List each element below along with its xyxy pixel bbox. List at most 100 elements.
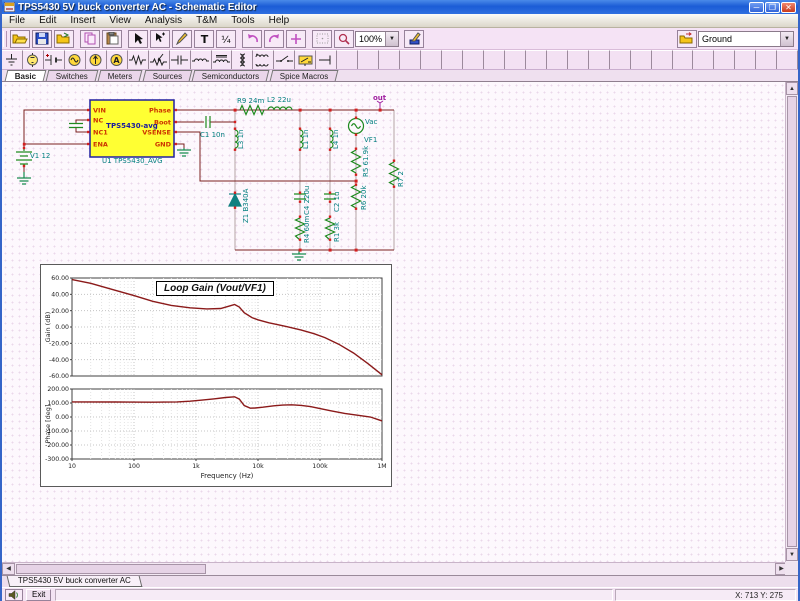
- text-icon: T: [199, 33, 210, 45]
- horizontal-scroll-thumb[interactable]: [16, 564, 206, 574]
- svg-text:0.00: 0.00: [55, 324, 69, 331]
- copy-button[interactable]: [80, 30, 100, 48]
- schematic-canvas[interactable]: VIN NC NC1 ENA Phase Boot VSENSE GND TPS…: [2, 82, 789, 562]
- chevron-down-icon[interactable]: ▼: [780, 32, 793, 46]
- palette-potentiometer-button[interactable]: [149, 50, 170, 69]
- palette-resistor-button[interactable]: [128, 50, 149, 69]
- scroll-left-icon[interactable]: ◀: [2, 563, 15, 575]
- scrollbar-corner: [785, 562, 798, 575]
- palette-inductor-core-button[interactable]: [212, 50, 233, 69]
- open-button[interactable]: [10, 30, 30, 48]
- window-title: TPS5430 5V buck converter AC - Schematic…: [18, 2, 257, 13]
- text-tool-button[interactable]: T: [194, 30, 214, 48]
- palette-current-source-button[interactable]: [86, 50, 107, 69]
- pen-tool-button[interactable]: [172, 30, 192, 48]
- open-macro-button[interactable]: [677, 30, 697, 48]
- exit-button[interactable]: Exit: [26, 589, 51, 601]
- menu-item-view[interactable]: View: [102, 15, 138, 26]
- palette-battery-button[interactable]: [44, 50, 65, 69]
- minimize-button[interactable]: ─: [749, 2, 764, 13]
- palette-ammeter-button[interactable]: A: [107, 50, 128, 69]
- redo-button[interactable]: [264, 30, 284, 48]
- tab-semiconductors[interactable]: Semiconductors: [192, 70, 270, 81]
- formula-tool-button[interactable]: ¼: [216, 30, 236, 48]
- component-z1-diode[interactable]: [229, 194, 241, 206]
- app-icon: [4, 2, 15, 12]
- tab-switches[interactable]: Switches: [46, 70, 99, 81]
- palette-transformer-button[interactable]: [232, 50, 253, 69]
- components[interactable]: [16, 106, 399, 261]
- tab-meters[interactable]: Meters: [98, 70, 143, 81]
- undo-icon: [246, 33, 259, 44]
- bode-plot-panel[interactable]: 60.0040.0020.000.00-20.00-40.00-60.00200…: [40, 264, 392, 487]
- paste-button[interactable]: [102, 30, 122, 48]
- redo-icon: [268, 33, 281, 44]
- palette-ground-button[interactable]: [2, 50, 23, 69]
- palette-coupled-coils-button[interactable]: [253, 50, 274, 69]
- svg-text:10k: 10k: [252, 463, 264, 470]
- palette-controlled-switch-button[interactable]: [295, 50, 316, 69]
- component-vf1-source[interactable]: [349, 119, 364, 134]
- menu-item-help[interactable]: Help: [262, 15, 297, 26]
- palette-switch-button[interactable]: [274, 50, 295, 69]
- zoom-level-value: 100%: [356, 34, 385, 44]
- inductor-icon: [191, 53, 210, 67]
- svg-text:A: A: [114, 56, 121, 65]
- interactive-mode-button[interactable]: [5, 589, 23, 601]
- svg-text:0.00: 0.00: [55, 414, 69, 421]
- phase-plot-frame: [72, 389, 382, 459]
- svg-text:100k: 100k: [312, 463, 328, 470]
- component-nc-cap[interactable]: [69, 124, 83, 128]
- palette-inductor-button[interactable]: [191, 50, 212, 69]
- status-bar: Exit X: 713 Y: 275: [2, 587, 798, 601]
- menu-item-insert[interactable]: Insert: [63, 15, 102, 26]
- save-icon: [35, 32, 49, 45]
- cursor-tool-button[interactable]: [128, 30, 148, 48]
- select-tool-button[interactable]: [150, 30, 170, 48]
- menu-item-analysis[interactable]: Analysis: [138, 15, 189, 26]
- svg-text:C2 1u: C2 1u: [333, 192, 341, 212]
- component-tab-bar: Basic Switches Meters Sources Semiconduc…: [2, 70, 798, 82]
- vertical-scrollbar[interactable]: ▲ ▼: [785, 82, 798, 562]
- gain-axis-label: Gain (dB): [44, 312, 52, 343]
- palette-output-pin-button[interactable]: [316, 50, 337, 69]
- wire-tool-button[interactable]: [286, 30, 306, 48]
- menu-item-tm[interactable]: T&M: [189, 15, 224, 26]
- palette-voltage-source-button[interactable]: [23, 50, 44, 69]
- undo-button[interactable]: [242, 30, 262, 48]
- tab-spice-macros[interactable]: Spice Macros: [269, 70, 338, 81]
- ground-selector-combo[interactable]: Ground ▼: [698, 31, 794, 47]
- component-c1[interactable]: [206, 116, 210, 128]
- circuit-schematic[interactable]: VIN NC NC1 ENA Phase Boot VSENSE GND TPS…: [2, 82, 432, 262]
- plot-title: Loop Gain (Vout/VF1): [156, 281, 274, 296]
- zoom-level-combo[interactable]: 100% ▼: [355, 31, 399, 47]
- ammeter-icon: A: [107, 53, 126, 67]
- svg-text:L3 1n: L3 1n: [237, 130, 245, 149]
- horizontal-scrollbar[interactable]: ◀ ▶: [2, 562, 789, 575]
- inductor-core-icon: [212, 53, 231, 67]
- scroll-down-icon[interactable]: ▼: [786, 548, 798, 561]
- scroll-up-icon[interactable]: ▲: [786, 82, 798, 95]
- component-r9[interactable]: [240, 106, 264, 115]
- close-button[interactable]: ✕: [781, 2, 796, 13]
- svg-text:V1 12: V1 12: [30, 152, 50, 160]
- save-button[interactable]: [32, 30, 52, 48]
- palette-capacitor-button[interactable]: [170, 50, 191, 69]
- chevron-down-icon[interactable]: ▼: [385, 32, 398, 46]
- macro-editor-button[interactable]: [404, 30, 424, 48]
- tab-sources[interactable]: Sources: [142, 70, 192, 81]
- bode-plot: 60.0040.0020.000.00-20.00-40.00-60.00200…: [41, 265, 391, 486]
- tab-basic[interactable]: Basic: [5, 70, 47, 81]
- palette-voltage-generator-button[interactable]: [65, 50, 86, 69]
- sheet-tab[interactable]: TPS5430 5V buck converter AC: [7, 576, 143, 587]
- menu-item-tools[interactable]: Tools: [224, 15, 261, 26]
- restore-button[interactable]: ❐: [765, 2, 780, 13]
- zoom-tool-button[interactable]: [334, 30, 354, 48]
- menu-item-file[interactable]: File: [2, 15, 32, 26]
- import-button[interactable]: [54, 30, 74, 48]
- grid-toggle-button[interactable]: [312, 30, 332, 48]
- menu-item-edit[interactable]: Edit: [32, 15, 63, 26]
- speaker-icon: [8, 590, 20, 600]
- vertical-scroll-thumb[interactable]: [787, 96, 797, 547]
- svg-text:VF1: VF1: [364, 136, 377, 144]
